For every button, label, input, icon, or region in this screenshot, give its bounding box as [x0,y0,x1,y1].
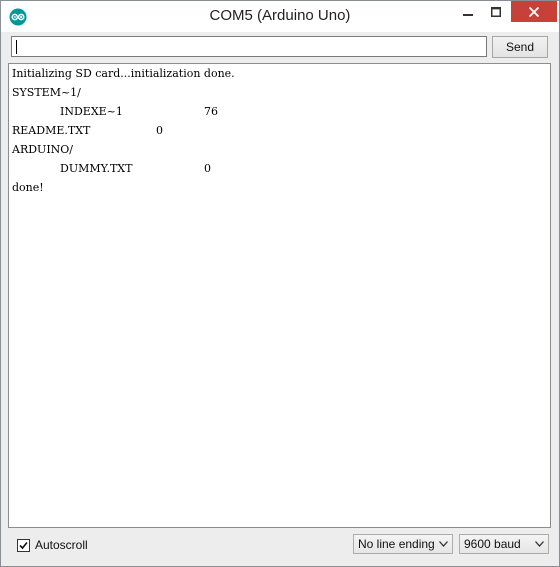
send-button[interactable]: Send [492,36,548,58]
serial-output[interactable]: Initializing SD card...initialization do… [8,63,551,528]
close-button[interactable] [511,1,557,22]
baud-rate-select[interactable]: 9600 baud [459,534,549,554]
output-line-value: 76 [204,105,218,118]
output-line: done! [12,181,44,200]
output-line-value: 0 [156,124,163,137]
line-ending-select[interactable]: No line ending [353,534,453,554]
output-line-text: ARDUINO/ [12,143,74,156]
maximize-icon [491,7,501,17]
output-line: ARDUINO/ [12,143,73,162]
chevron-down-icon [535,541,544,547]
maximize-button[interactable] [483,1,509,23]
baud-rate-value: 9600 baud [464,537,521,551]
output-line: SYSTEM~1/ [12,86,81,105]
autoscroll-label: Autoscroll [35,538,88,552]
output-line: INDEXE~1 76 [12,105,218,124]
output-line: Initializing SD card...initialization do… [12,67,235,86]
text-caret [16,40,17,54]
serial-monitor-window: COM5 (Arduino Uno) Send Initializing SD … [0,0,560,567]
output-line: DUMMY.TXT 0 [12,162,211,181]
chevron-down-icon [439,541,448,547]
input-row: Send [1,32,559,62]
output-line-value: 0 [204,162,211,175]
autoscroll-checkbox[interactable] [17,538,30,552]
bottom-bar: Autoscroll No line ending 9600 baud [1,529,559,566]
output-line-text: SYSTEM~1/ [12,86,81,99]
checkmark-icon [19,541,28,549]
output-line: README.TXT 0 [12,124,163,143]
output-line-text: Initializing SD card...initialization do… [12,67,235,80]
output-line-text: INDEXE~1 [60,105,123,118]
title-bar[interactable]: COM5 (Arduino Uno) [1,1,559,32]
line-ending-value: No line ending [358,537,435,551]
output-line-text: DUMMY.TXT [60,162,133,175]
autoscroll-toggle[interactable]: Autoscroll [17,538,88,552]
minimize-button[interactable] [455,1,481,23]
output-line-text: README.TXT [12,124,91,137]
output-line-text: done! [12,181,44,194]
serial-input[interactable] [11,36,487,57]
close-icon [529,6,539,17]
minimize-icon [463,14,473,16]
